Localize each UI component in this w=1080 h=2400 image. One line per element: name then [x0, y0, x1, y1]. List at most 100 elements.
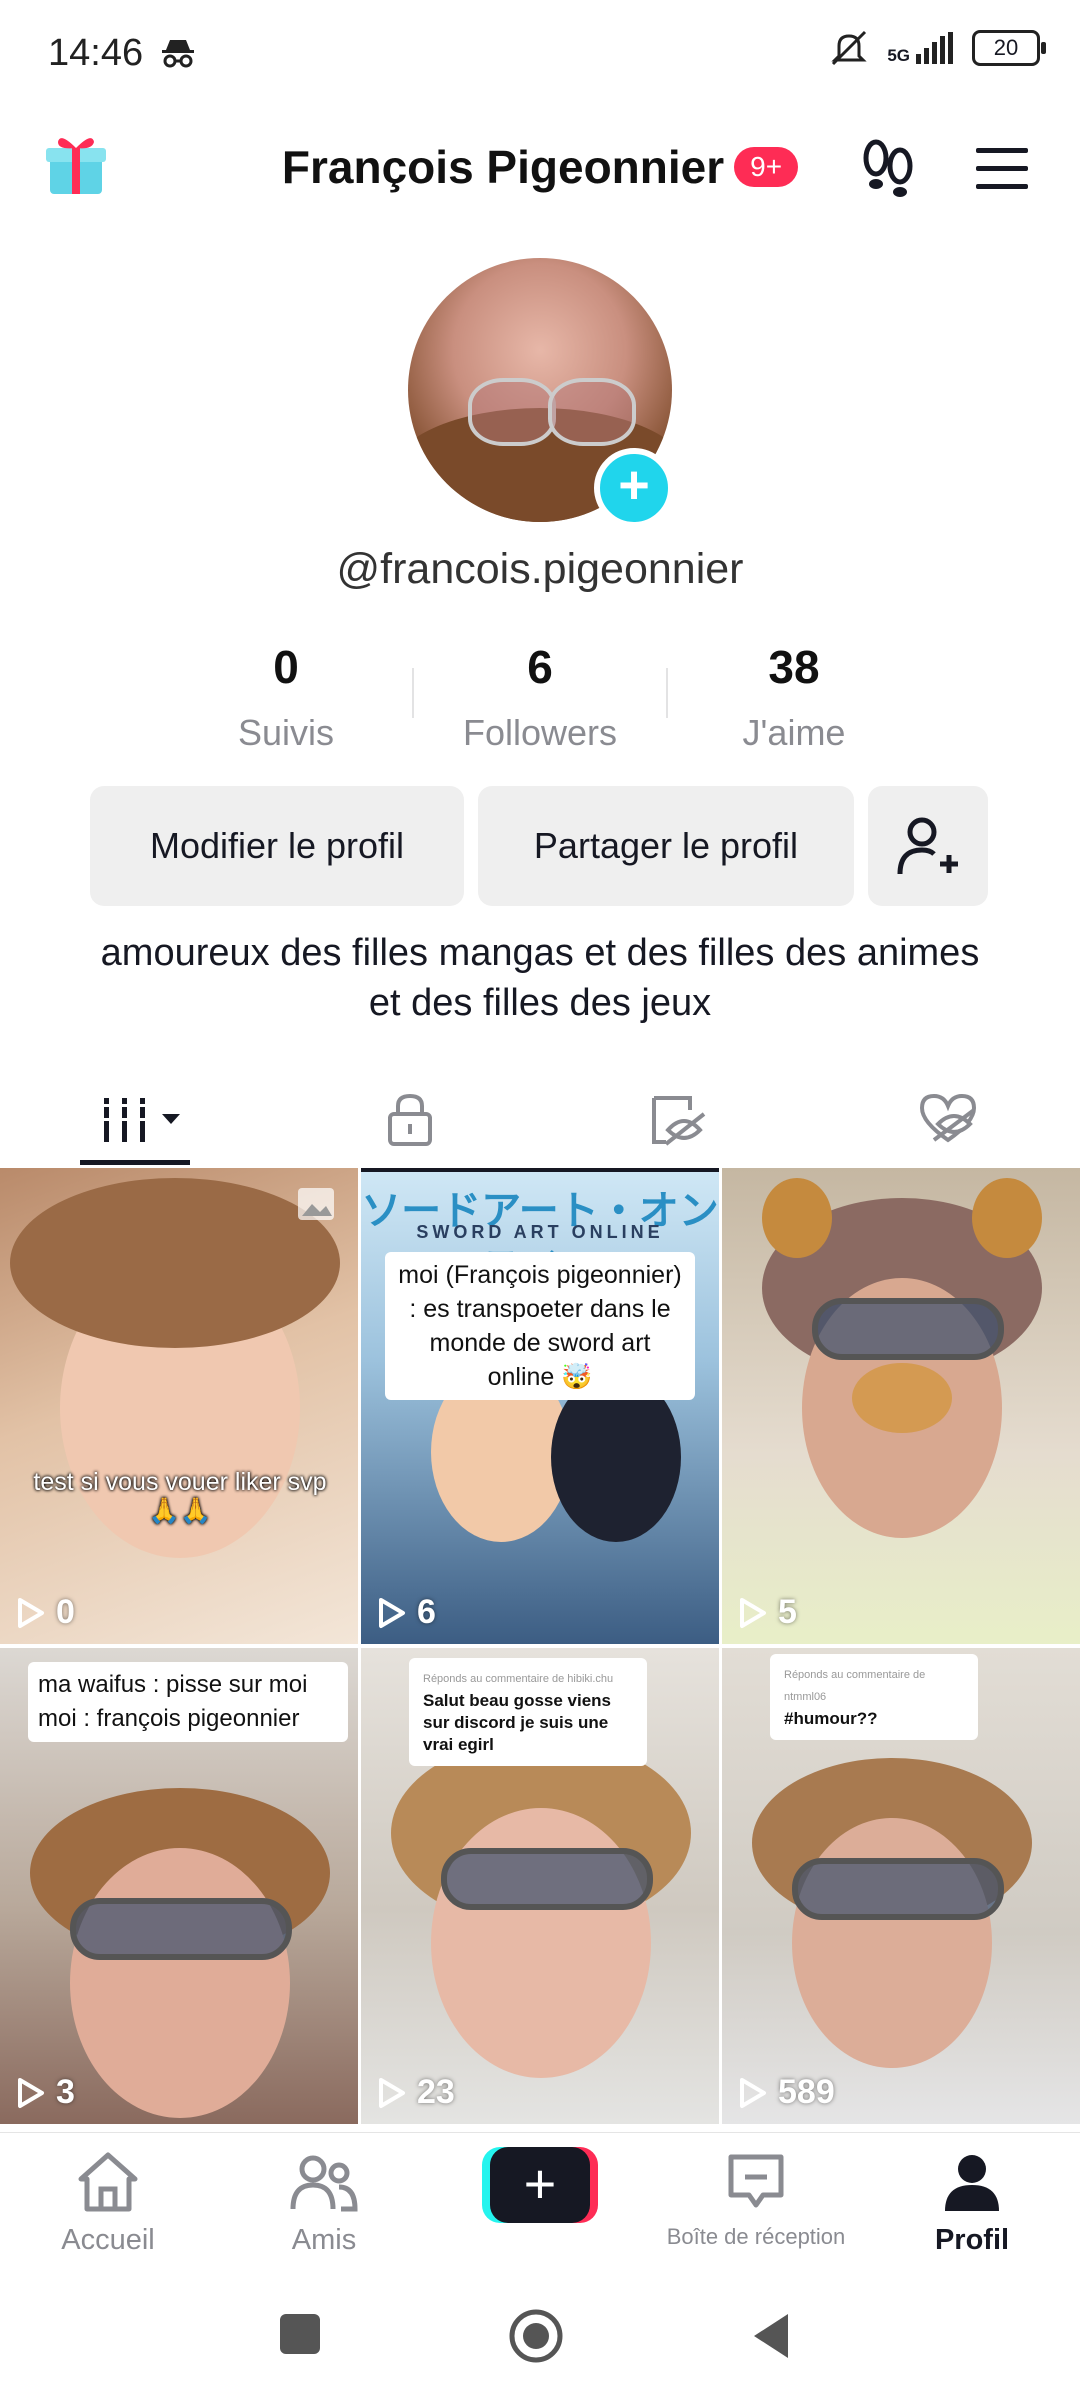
video-anime-title-en: SWORD ART ONLINE [416, 1222, 664, 1242]
nav-profile-label: Profil [934, 2224, 1010, 2256]
stat-likes-label: J'aime [742, 712, 846, 753]
play-icon [740, 2077, 766, 2108]
video-thumbnail-goggles [70, 1898, 292, 1960]
video-thumbnail-hair [10, 1178, 340, 1348]
tab-videos[interactable] [60, 1070, 240, 1170]
video-caption: ma waifus : pisse sur moi moi : françois… [28, 1662, 348, 1742]
stat-followers-value: 6 [527, 641, 553, 693]
stat-following-label: Suivis [237, 712, 335, 753]
play-icon [379, 2077, 405, 2108]
dog-ear-right [972, 1178, 1042, 1258]
stat-likes[interactable]: 38 J'aime [664, 640, 924, 754]
back-button[interactable] [750, 2312, 792, 2360]
hidden-repost-icon [652, 1096, 706, 1146]
silent-bell-icon [831, 30, 867, 66]
footprints-icon[interactable] [860, 138, 916, 198]
stat-followers-label: Followers [462, 712, 618, 753]
video-thumbnail-face [792, 1818, 992, 2068]
network-type: 5G [887, 46, 910, 65]
hidden-heart-icon [919, 1093, 977, 1143]
tab-active-indicator [80, 1160, 190, 1165]
system-nav-bar [0, 2270, 1080, 2400]
view-count: 5 [738, 1593, 797, 1632]
play-icon [740, 1597, 766, 1628]
tab-liked[interactable] [860, 1070, 1040, 1170]
view-count-value: 0 [56, 1593, 75, 1631]
video-tile[interactable]: 5 [722, 1168, 1080, 1644]
plus-icon: + [490, 2147, 590, 2223]
stat-likes-value: 38 [768, 641, 820, 693]
comment-text: #humour?? [784, 1709, 878, 1728]
profile-bio: amoureux des filles mangas et des filles… [100, 932, 980, 1024]
status-bar: 14:46 5G 20 [0, 0, 1080, 100]
nav-friends-label: Amis [291, 2224, 357, 2256]
video-tile[interactable]: ma waifus : pisse sur moi moi : françois… [0, 1648, 358, 2124]
bottom-nav: Accueil Amis + Boîte de réception Profil [0, 2132, 1080, 2271]
video-thumbnail-goggles [812, 1298, 1004, 1360]
recents-button[interactable] [280, 2314, 320, 2354]
add-story-button[interactable]: + [594, 448, 674, 528]
share-profile-button[interactable]: Partager le profil [478, 786, 854, 906]
stat-following[interactable]: 0 Suivis [156, 640, 416, 754]
home-icon [78, 2152, 138, 2212]
video-tile[interactable]: Réponds au commentaire de ntmml06 #humou… [722, 1648, 1080, 2124]
notification-badge[interactable]: 9+ [734, 147, 799, 187]
grid-videos-icon [104, 1098, 180, 1142]
dog-nose [852, 1363, 952, 1433]
view-count-value: 589 [778, 2073, 835, 2111]
avatar-glasses-right [548, 378, 636, 446]
nav-profile[interactable]: Profil [864, 2151, 1080, 2257]
view-count-value: 3 [56, 2073, 75, 2111]
video-tile[interactable]: test si vous vouer liker svp 🙏🙏 0 [0, 1168, 358, 1644]
profile-header: François Pigeonnier 9+ [0, 110, 1080, 220]
profile-title: François Pigeonnier 9+ [0, 140, 1080, 194]
view-count: 0 [16, 1593, 75, 1632]
video-thumbnail-face [70, 1848, 290, 2118]
video-tile[interactable]: ソードアート・オンライン SWORD ART ONLINE moi (Franç… [361, 1168, 719, 1644]
status-right: 5G 20 [829, 30, 1046, 66]
comment-reply-header: Réponds au commentaire de ntmml06 [784, 1669, 926, 1703]
tab-reposts[interactable] [590, 1070, 770, 1170]
nav-inbox[interactable]: Boîte de réception [648, 2151, 864, 2250]
comment-reply-header: Réponds au commentaire de hibiki.chu [423, 1673, 614, 1685]
stat-followers[interactable]: 6 Followers [410, 640, 670, 754]
nav-home-label: Accueil [61, 2224, 155, 2256]
view-count-value: 5 [778, 1593, 797, 1631]
add-friend-button[interactable] [868, 786, 988, 906]
view-count: 3 [16, 2073, 75, 2112]
lock-icon [388, 1093, 432, 1146]
create-button[interactable]: + [482, 2147, 598, 2223]
play-icon [18, 1597, 44, 1628]
dog-ear-left [762, 1178, 832, 1258]
view-count-value: 6 [417, 1593, 436, 1631]
view-count: 589 [738, 2073, 835, 2112]
video-tile[interactable]: Réponds au commentaire de hibiki.chu Sal… [361, 1648, 719, 2124]
view-count: 6 [377, 1593, 436, 1632]
comment-reply-bubble: Réponds au commentaire de hibiki.chu Sal… [409, 1658, 647, 1766]
tab-private[interactable] [320, 1070, 500, 1170]
comment-reply-bubble: Réponds au commentaire de ntmml06 #humou… [770, 1654, 978, 1740]
stat-following-value: 0 [273, 641, 299, 693]
nav-friends[interactable]: Amis [216, 2151, 432, 2257]
view-count: 23 [377, 2073, 455, 2112]
battery-icon: 20 [972, 30, 1046, 66]
avatar-glasses-left [468, 378, 556, 446]
edit-profile-button[interactable]: Modifier le profil [90, 786, 464, 906]
comment-text: Salut beau gosse viens sur discord je su… [423, 1691, 612, 1754]
signal-icon: 5G [887, 32, 954, 64]
profile-icon [945, 2155, 999, 2211]
play-icon [379, 1597, 405, 1628]
view-count-value: 23 [417, 2073, 455, 2111]
photo-icon [298, 1188, 334, 1220]
inbox-icon [728, 2154, 784, 2208]
nav-inbox-label: Boîte de réception [666, 2224, 846, 2249]
menu-icon[interactable] [974, 146, 1030, 190]
incognito-icon [162, 40, 194, 68]
video-thumbnail-goggles [792, 1858, 1004, 1920]
friends-icon [290, 2155, 358, 2212]
home-button[interactable] [508, 2308, 564, 2364]
username: @francois.pigeonnier [336, 545, 744, 593]
display-name: François Pigeonnier [281, 141, 725, 193]
play-icon [18, 2077, 44, 2108]
nav-home[interactable]: Accueil [0, 2151, 216, 2257]
